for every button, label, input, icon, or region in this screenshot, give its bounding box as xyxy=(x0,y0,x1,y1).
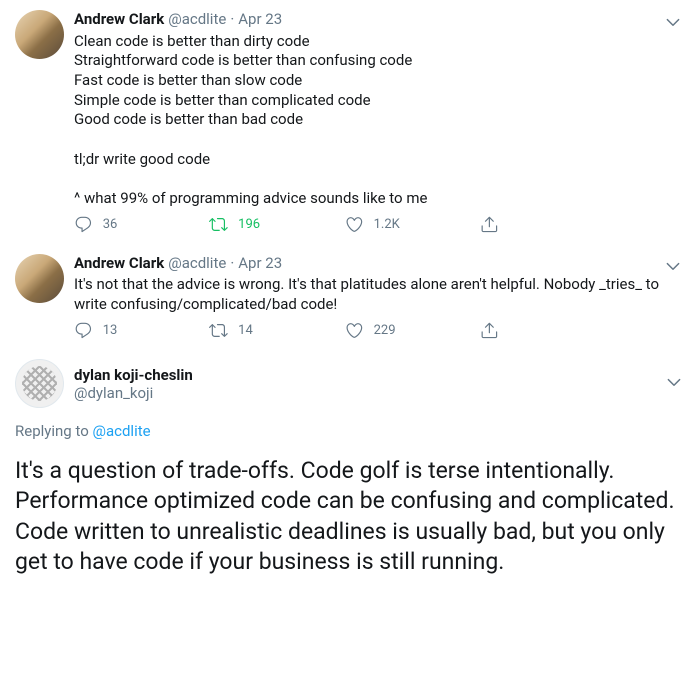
tweet-menu-button[interactable] xyxy=(665,373,683,397)
share-button[interactable] xyxy=(480,321,499,340)
avatar-column xyxy=(15,10,64,240)
tweet-header: Andrew Clark @acdlite · Apr 23 xyxy=(74,10,683,30)
tweet-menu-button[interactable] xyxy=(663,12,683,32)
display-name[interactable]: dylan koji-cheslin xyxy=(74,366,193,384)
avatar[interactable] xyxy=(15,359,64,408)
main-tweet-header: dylan koji-cheslin @dylan_koji xyxy=(15,359,683,408)
tweet-actions: 13 14 229 xyxy=(74,321,499,346)
like-count: 229 xyxy=(374,322,396,339)
reply-icon xyxy=(74,321,93,340)
share-icon xyxy=(480,215,499,234)
chevron-down-icon xyxy=(665,373,683,391)
display-name[interactable]: Andrew Clark xyxy=(74,254,164,274)
separator-dot: · xyxy=(230,254,234,274)
retweet-icon xyxy=(209,215,228,234)
handle[interactable]: @acdlite xyxy=(168,254,226,274)
avatar[interactable] xyxy=(15,254,64,303)
reply-count: 13 xyxy=(103,322,118,339)
like-button[interactable]: 1.2K xyxy=(345,215,480,234)
avatar-image xyxy=(22,366,57,401)
retweet-button[interactable]: 14 xyxy=(209,321,344,340)
retweet-icon xyxy=(209,321,228,340)
tweet-content: Andrew Clark @acdlite · Apr 23 Clean cod… xyxy=(74,10,683,240)
replying-to-link[interactable]: @acdlite xyxy=(92,422,150,440)
heart-icon xyxy=(345,215,364,234)
timestamp[interactable]: Apr 23 xyxy=(238,10,282,30)
reply-button[interactable]: 36 xyxy=(74,215,209,234)
like-count: 1.2K xyxy=(374,216,400,233)
replying-to: Replying to @acdlite xyxy=(15,422,683,442)
separator-dot: · xyxy=(230,10,234,30)
avatar-column xyxy=(15,254,64,346)
chevron-down-icon xyxy=(664,257,682,275)
main-tweet: dylan koji-cheslin @dylan_koji Replying … xyxy=(0,349,698,576)
tweet-text: Clean code is better than dirty code Str… xyxy=(74,32,683,209)
parent-tweet[interactable]: Andrew Clark @acdlite · Apr 23 It's not … xyxy=(0,244,698,350)
author-names: dylan koji-cheslin @dylan_koji xyxy=(74,366,193,402)
tweet-header: Andrew Clark @acdlite · Apr 23 xyxy=(74,254,683,274)
tweet-content: Andrew Clark @acdlite · Apr 23 It's not … xyxy=(74,254,683,346)
share-button[interactable] xyxy=(480,215,499,234)
retweet-count: 14 xyxy=(238,322,253,339)
avatar[interactable] xyxy=(15,10,64,59)
tweet-text: It's not that the advice is wrong. It's … xyxy=(74,275,683,314)
replying-label: Replying to xyxy=(15,422,92,440)
chevron-down-icon xyxy=(664,13,682,31)
retweet-count: 196 xyxy=(238,216,260,233)
heart-icon xyxy=(345,321,364,340)
tweet-actions: 36 196 1.2K xyxy=(74,215,499,240)
handle[interactable]: @acdlite xyxy=(168,10,226,30)
parent-tweet[interactable]: Andrew Clark @acdlite · Apr 23 Clean cod… xyxy=(0,0,698,244)
share-icon xyxy=(480,321,499,340)
reply-icon xyxy=(74,215,93,234)
retweet-button[interactable]: 196 xyxy=(209,215,344,234)
tweet-text: It's a question of trade-offs. Code golf… xyxy=(15,456,683,577)
like-button[interactable]: 229 xyxy=(345,321,480,340)
reply-button[interactable]: 13 xyxy=(74,321,209,340)
reply-count: 36 xyxy=(103,216,118,233)
display-name[interactable]: Andrew Clark xyxy=(74,10,164,30)
tweet-menu-button[interactable] xyxy=(663,256,683,276)
handle[interactable]: @dylan_koji xyxy=(74,384,193,402)
timestamp[interactable]: Apr 23 xyxy=(238,254,282,274)
